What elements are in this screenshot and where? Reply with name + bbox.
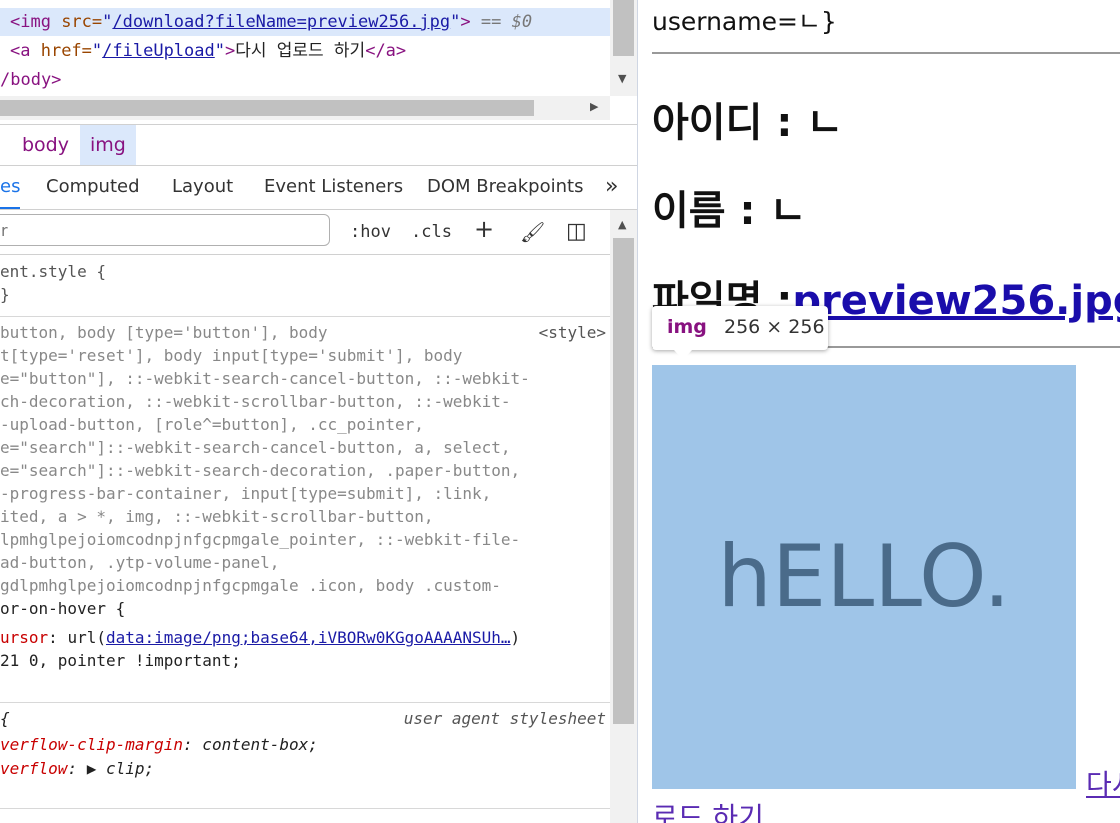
rendered-page: username=ㄴ} 아이디 : ㄴ 이름 : ㄴ 파일명 :preview2… [638, 0, 1120, 823]
breadcrumb-img[interactable]: img [80, 125, 136, 165]
styles-toolbar: r :hov .cls + 🖌 ◫ [0, 210, 610, 255]
end-tag: /body> [0, 70, 62, 90]
tab-computed[interactable]: Computed [46, 165, 140, 209]
selector-line: button, body [type='button'], body [0, 323, 328, 342]
scrollbar-thumb[interactable] [613, 0, 634, 56]
attr-quote-open: " [102, 12, 113, 32]
property-value-suffix: ) [510, 628, 521, 647]
paint-brush-icon[interactable]: 🖌 [520, 218, 545, 246]
styles-pane: ent.style { } <style> button, body [type… [0, 255, 610, 823]
devtools-panel: <img src="/download?fileName=preview256.… [0, 0, 638, 823]
dom-tree-horizontal-scrollbar[interactable]: ▶ [0, 96, 610, 120]
scrollbar-thumb[interactable] [0, 100, 534, 116]
scrollbar-thumb[interactable] [613, 238, 634, 724]
selector-line: e="button"], ::-webkit-search-cancel-but… [0, 369, 530, 388]
hov-button[interactable]: :hov [350, 218, 391, 246]
selector-line: ch-decoration, ::-webkit-scrollbar-butto… [0, 392, 511, 411]
selected-marker: == $0 [470, 12, 533, 32]
tab-styles[interactable]: es [0, 165, 21, 209]
more-tabs-icon[interactable]: » [605, 165, 618, 209]
selector-line: -upload-button, [role^=button], .cc_poin… [0, 415, 424, 434]
reupload-link-part2[interactable]: 로드 하기 [652, 796, 764, 823]
tooltip-dimensions: 256 × 256 [724, 316, 825, 338]
divider [652, 52, 1120, 54]
tag-close: > [225, 41, 236, 61]
selector-line: or-on-hover { [0, 599, 126, 618]
element-style-close: } [0, 285, 10, 304]
new-rule-icon[interactable]: + [474, 215, 494, 243]
data-url-link[interactable]: data:image/png;base64,iVBORw0KGgoAAAANSU… [106, 628, 511, 647]
attr-href-link[interactable]: /fileUpload [102, 41, 215, 61]
styles-vertical-scrollbar[interactable]: ▲ [610, 210, 637, 823]
scroll-right-arrow-icon[interactable]: ▶ [590, 100, 598, 113]
attr-name: src= [61, 12, 103, 32]
sidebar-tabs: es Computed Layout Event Listeners DOM B… [0, 165, 637, 210]
inspect-tooltip: img 256 × 256 [652, 306, 828, 360]
end-tag: </a> [365, 41, 407, 61]
property-name: ursor [0, 628, 49, 647]
dom-tree-vertical-scrollbar[interactable]: ▼ [610, 0, 637, 96]
dom-node-img[interactable]: <img src="/download?fileName=preview256.… [0, 8, 610, 36]
property-name: verflow [0, 759, 68, 778]
selector-line: ad-button, .ytp-volume-panel, [0, 553, 280, 572]
property-value[interactable]: ▶ clip; [77, 759, 154, 778]
tag-open: <a [10, 41, 41, 61]
property-value-prefix: : url( [48, 628, 106, 647]
tooltip-caret [674, 350, 692, 360]
rule-source-link[interactable]: <style> [539, 321, 606, 344]
breadcrumb-body[interactable]: body [12, 125, 79, 165]
tag-close: > [460, 12, 471, 32]
elements-dom-tree: <img src="/download?fileName=preview256.… [0, 0, 610, 96]
selector-line: gdlpmhglpejoiomcodnpjnfgcpmgale .icon, b… [0, 576, 501, 595]
selector-line: -progress-bar-container, input[type=subm… [0, 484, 492, 503]
cursor-declaration[interactable]: ursor: url(data:image/png;base64,iVBORw0… [0, 626, 520, 649]
preview-image: hELLO. [652, 365, 1076, 789]
selector-line: e="search"]::-webkit-search-decoration, … [0, 461, 521, 480]
property-value: content-box; [192, 735, 318, 754]
tab-dom-breakpoints[interactable]: DOM Breakpoints [427, 165, 583, 209]
attr-quote-open: " [91, 41, 103, 61]
tab-event-listeners[interactable]: Event Listeners [264, 165, 403, 209]
selector-line: e="search"]::-webkit-search-cancel-butto… [0, 438, 511, 457]
element-style-selector: ent.style { [0, 262, 106, 281]
scroll-up-arrow-icon[interactable]: ▲ [618, 218, 626, 231]
cls-button[interactable]: .cls [411, 218, 452, 246]
ua-selector: { [0, 709, 10, 728]
property-value-continued: 21 0, pointer !important; [0, 651, 241, 670]
node-text: 다시 업로드 하기 [235, 41, 366, 61]
ua-declaration-2: verflow: ▶ clip; [0, 759, 155, 778]
dom-node-a[interactable]: <a href="/fileUpload">다시 업로드 하기</a> [0, 37, 406, 65]
user-agent-source: user agent stylesheet [403, 709, 606, 728]
scroll-down-arrow-icon[interactable]: ▼ [618, 72, 626, 85]
attr-name: href= [40, 41, 92, 61]
attr-quote-close: " [214, 41, 225, 61]
id-heading: 아이디 : ㄴ [652, 100, 844, 146]
selector-line: ited, a > *, img, ::-webkit-scrollbar-bu… [0, 507, 434, 526]
attr-quote-close: " [450, 12, 461, 32]
dom-node-body-close[interactable]: /body> [0, 66, 61, 94]
reupload-link-part1[interactable]: 다시 [1086, 763, 1120, 803]
ua-declaration-1: verflow-clip-margin: content-box; [0, 735, 318, 754]
name-heading: 이름 : ㄴ [652, 188, 807, 234]
toggle-sidebar-icon[interactable]: ◫ [566, 218, 587, 246]
breadcrumb: body img [0, 124, 637, 166]
tooltip-tag: img [667, 316, 707, 338]
filename-link[interactable]: preview256.jpg [792, 278, 1120, 324]
selector-line: lpmhglpejoiomcodnpjnfgcpmgale_pointer, :… [0, 530, 521, 549]
tab-layout[interactable]: Layout [172, 165, 233, 209]
username-text: username=ㄴ} [652, 7, 837, 36]
property-name: verflow-clip-margin [0, 735, 184, 754]
attr-src-link[interactable]: /download?fileName=preview256.jpg [112, 12, 450, 32]
tag-open: <img [10, 12, 62, 32]
selector-line: t[type='reset'], body input[type='submit… [0, 346, 463, 365]
filter-input[interactable]: r [0, 214, 330, 246]
preview-image-text: hELLO. [717, 527, 1011, 627]
